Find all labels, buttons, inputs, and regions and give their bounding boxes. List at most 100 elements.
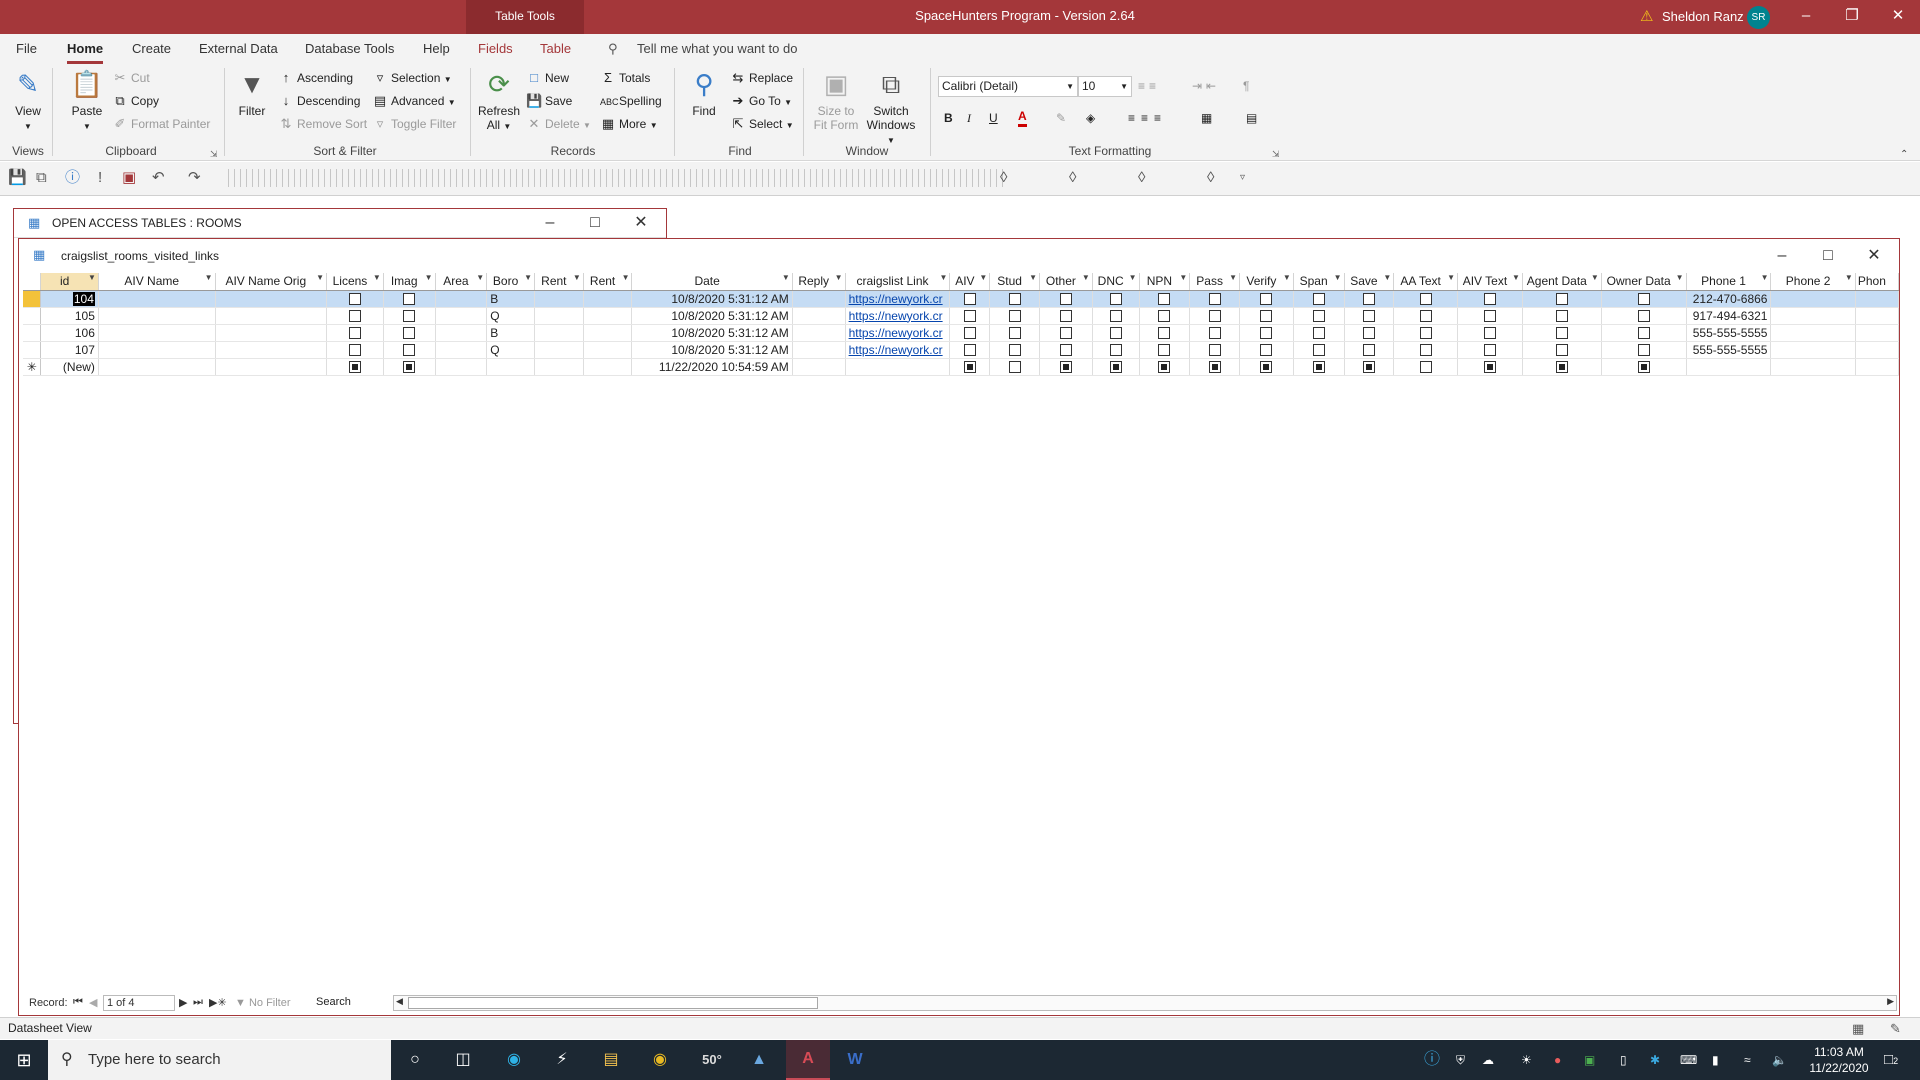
no-filter-button[interactable]: ▼ No Filter: [235, 997, 291, 1009]
column-header[interactable]: Agent Data ▼: [1522, 273, 1602, 291]
column-header[interactable]: craigslist Link ▼: [845, 273, 951, 291]
warning-icon[interactable]: ⚠: [1640, 9, 1656, 24]
column-header[interactable]: AA Text ▼: [1393, 273, 1459, 291]
clipboard-launcher-icon[interactable]: ⇲: [210, 145, 218, 163]
column-header[interactable]: Stud ▼: [989, 273, 1040, 291]
last-record-icon[interactable]: ⏭: [193, 996, 203, 1009]
column-header[interactable]: Owner Data ▼: [1601, 273, 1687, 291]
date-cell[interactable]: 10/8/2020 5:31:12 AM: [631, 290, 793, 308]
select-button[interactable]: ⇱ Select ▼: [730, 115, 794, 135]
column-header[interactable]: AIV Text ▼: [1457, 273, 1523, 291]
scrollbar-thumb[interactable]: [408, 997, 818, 1009]
minimize-icon[interactable]: –: [535, 213, 565, 233]
tab-database-tools[interactable]: Database Tools: [305, 34, 394, 64]
link-cell[interactable]: https://newyork.cr: [845, 341, 951, 359]
close-icon[interactable]: ✕: [626, 213, 656, 233]
column-header[interactable]: Reply ▼: [792, 273, 846, 291]
view-button[interactable]: ✎ View ▼: [8, 68, 48, 134]
windows-start-icon[interactable]: ⊞: [12, 1049, 36, 1071]
underline-button[interactable]: U: [989, 109, 998, 127]
volume-icon[interactable]: 🔈: [1772, 1051, 1787, 1069]
bold-button[interactable]: B: [944, 109, 953, 127]
access-taskbar-icon[interactable]: A: [786, 1040, 830, 1080]
cut-button[interactable]: ✂ Cut: [112, 69, 150, 87]
delete-record-button[interactable]: ✕ Delete ▼: [526, 115, 591, 135]
boro-cell[interactable]: Q: [486, 307, 535, 325]
tab-table[interactable]: Table: [540, 34, 571, 64]
table-row[interactable]: 106 B 10/8/2020 5:31:12 AM https://newyo…: [23, 324, 1899, 342]
save-record-button[interactable]: 💾 Save: [526, 92, 572, 110]
boro-cell[interactable]: B: [486, 324, 535, 342]
date-cell[interactable]: 10/8/2020 5:31:12 AM: [631, 341, 793, 359]
shield-icon[interactable]: ⛨: [1456, 1051, 1465, 1069]
chrome-icon[interactable]: ◉: [648, 1049, 672, 1071]
copy-button[interactable]: ⧉ Copy: [112, 92, 159, 110]
link-cell[interactable]: https://newyork.cr: [845, 324, 951, 342]
text-formatting-launcher-icon[interactable]: ⇲: [1272, 145, 1280, 163]
id-cell[interactable]: 105: [40, 307, 99, 325]
fill-color-icon[interactable]: ◈: [1086, 109, 1095, 127]
tab-create[interactable]: Create: [132, 34, 171, 64]
phone-cell[interactable]: 917-494-6321: [1686, 307, 1772, 325]
tab-home[interactable]: Home: [67, 34, 104, 64]
redo-icon[interactable]: ↷: [188, 169, 201, 187]
datasheet-grid[interactable]: id ▼ AIV Name ▼ AIV Name Orig ▼ Licens ▼ Ima…: [23, 273, 1899, 973]
cloud-icon[interactable]: ☁: [1482, 1051, 1494, 1069]
save-icon[interactable]: 💾: [8, 169, 27, 187]
find-button[interactable]: ⚲ Find: [684, 68, 724, 118]
record-position-input[interactable]: 1 of 4: [103, 995, 175, 1011]
table-row[interactable]: 107 Q 10/8/2020 5:31:12 AM https://newyo…: [23, 341, 1899, 359]
column-header[interactable]: Span ▼: [1293, 273, 1345, 291]
paragraph-direction-icon[interactable]: ¶: [1243, 77, 1249, 95]
column-header[interactable]: Other ▼: [1039, 273, 1093, 291]
bullets-icon[interactable]: ≡≡: [1138, 77, 1160, 95]
exclamation-icon[interactable]: !: [98, 169, 102, 187]
table-row[interactable]: 105 Q 10/8/2020 5:31:12 AM https://newyo…: [23, 307, 1899, 325]
search-field[interactable]: Search: [313, 995, 383, 1011]
id-cell[interactable]: (New): [40, 358, 99, 376]
column-header[interactable]: Area ▼: [435, 273, 488, 291]
remove-sort-button[interactable]: ⇅ Remove Sort: [278, 115, 367, 133]
column-header[interactable]: id ▼: [40, 273, 99, 291]
column-header[interactable]: Save ▼: [1344, 273, 1395, 291]
usb-icon[interactable]: ▯: [1620, 1051, 1627, 1069]
font-name-select[interactable]: Calibri (Detail) ▼: [938, 76, 1078, 97]
toggle-filter-button[interactable]: ▿ Toggle Filter: [372, 115, 457, 133]
ascending-button[interactable]: ↑ Ascending: [278, 69, 353, 87]
column-header[interactable]: Phone 1 ▼: [1686, 273, 1772, 291]
goto-button[interactable]: ➔ Go To ▼: [730, 92, 793, 112]
link-cell[interactable]: https://newyork.cr: [845, 290, 951, 308]
undo-icon[interactable]: ↶: [152, 169, 165, 187]
row-selector[interactable]: [23, 324, 42, 342]
tray-app-icon[interactable]: ●: [1554, 1051, 1561, 1069]
tab-external-data[interactable]: External Data: [199, 34, 278, 64]
id-cell[interactable]: 107: [40, 341, 99, 359]
keyboard-icon[interactable]: ⌨: [1680, 1051, 1697, 1069]
new-record-button[interactable]: □ New: [526, 69, 569, 87]
tab-fields[interactable]: Fields: [478, 34, 513, 64]
help-tray-icon[interactable]: ⓘ: [1424, 1051, 1440, 1069]
column-header[interactable]: Phone 2 ▼: [1770, 273, 1856, 291]
column-header[interactable]: Boro ▼: [486, 273, 535, 291]
taskbar-search-input[interactable]: ⚲ Type here to search: [48, 1040, 391, 1080]
clock[interactable]: 11:03 AM 11/22/2020: [1806, 1044, 1872, 1076]
gridlines-icon[interactable]: ▦: [1201, 109, 1212, 127]
switch-windows-button[interactable]: ⧉ Switch Windows ▼: [862, 68, 920, 148]
font-size-select[interactable]: 10 ▼: [1078, 76, 1132, 97]
boro-cell[interactable]: Q: [486, 341, 535, 359]
filter-button[interactable]: ▼ Filter: [232, 68, 272, 118]
descending-button[interactable]: ↓ Descending: [278, 92, 361, 110]
relationship-icon[interactable]: ◊: [1069, 169, 1076, 187]
datasheet-window[interactable]: ▦ craigslist_rooms_visited_links – □ ✕ i…: [18, 238, 1900, 1016]
avatar[interactable]: SR: [1747, 6, 1770, 29]
tab-file[interactable]: File: [16, 34, 37, 64]
column-header[interactable]: Date ▼: [631, 273, 793, 291]
battery-icon[interactable]: ▮: [1712, 1051, 1719, 1069]
alternate-row-color-icon[interactable]: ▤: [1246, 109, 1257, 127]
id-cell[interactable]: 104: [40, 290, 99, 308]
column-header[interactable]: Rent ▼: [534, 273, 584, 291]
new-record-row[interactable]: ✳ (New) 11/22/2020 10:54:59 AM: [23, 358, 1899, 376]
close-icon[interactable]: ✕: [1875, 0, 1920, 34]
weather-tray-icon[interactable]: ☀: [1521, 1051, 1532, 1069]
horizontal-scrollbar[interactable]: ◀ ▶: [393, 995, 1897, 1011]
